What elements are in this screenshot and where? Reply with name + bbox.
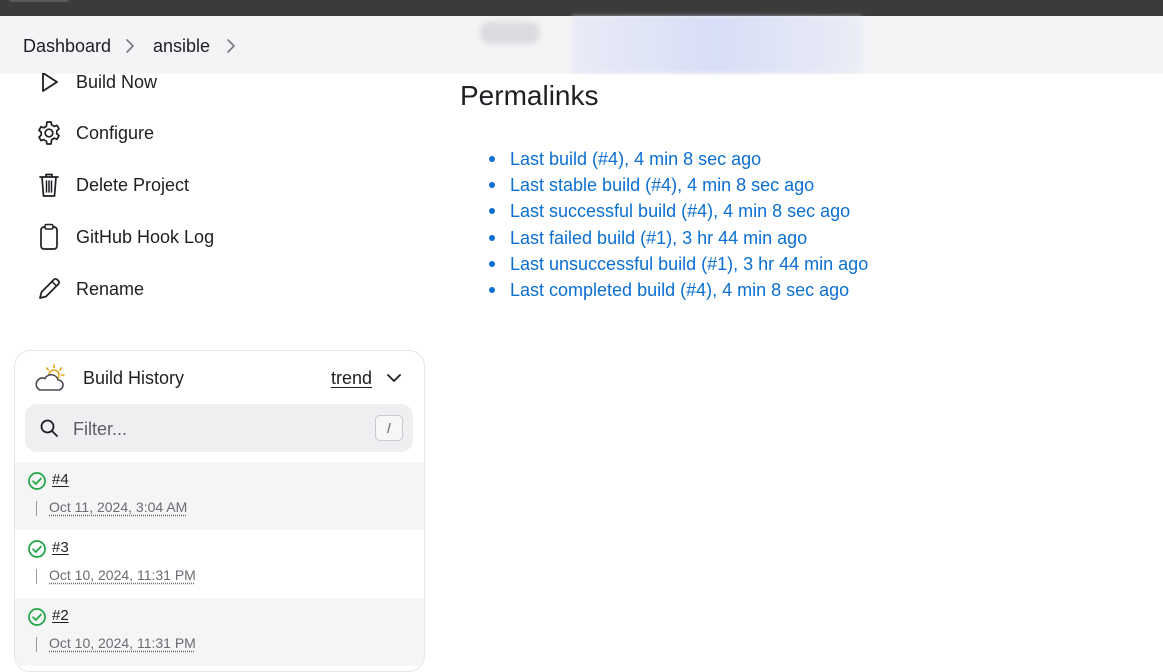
divider [36, 501, 37, 516]
build-history-card: Build History trend / #4 Oct 11, 2024, 3… [14, 350, 425, 672]
trend-link[interactable]: trend [331, 368, 372, 389]
success-check-icon [28, 472, 46, 490]
list-item: Last completed build (#4), 4 min 8 sec a… [488, 277, 868, 303]
list-item: Last unsuccessful build (#1), 3 hr 44 mi… [488, 251, 868, 277]
filter-box: / [25, 404, 413, 452]
permalink-last-successful-build[interactable]: Last successful build (#4), 4 min 8 sec … [510, 201, 850, 221]
clipboard-icon [34, 222, 64, 252]
build-row-3: #3 Oct 10, 2024, 11:31 PM [15, 530, 424, 598]
chevron-right-icon [126, 39, 134, 53]
chevron-right-icon[interactable] [226, 38, 236, 54]
sidebar-item-label: Delete Project [76, 174, 190, 195]
sidebar-item-label: Configure [76, 122, 155, 143]
gear-icon [34, 118, 64, 148]
browser-top-bar [0, 0, 1163, 16]
chevron-down-icon[interactable] [385, 369, 403, 387]
sidebar-item-label: Build Now [76, 71, 158, 92]
blurred-background-banner [572, 16, 862, 73]
build-number-link[interactable]: #2 [52, 607, 69, 624]
breadcrumb-bar: Dashboard ansible [0, 16, 1163, 73]
sidebar-item-label: GitHub Hook Log [76, 226, 215, 247]
tab-stub [8, 0, 70, 2]
build-history-title: Build History [83, 368, 185, 388]
build-row-2: #2 Oct 10, 2024, 11:31 PM [15, 598, 424, 666]
search-icon [40, 419, 58, 437]
build-date-link[interactable]: Oct 11, 2024, 3:04 AM [49, 499, 187, 515]
sidebar-item-configure[interactable]: Configure [34, 115, 154, 151]
list-item: Last successful build (#4), 4 min 8 sec … [488, 198, 868, 224]
build-row-4: #4 Oct 11, 2024, 3:04 AM [15, 462, 424, 530]
permalink-last-unsuccessful-build[interactable]: Last unsuccessful build (#1), 3 hr 44 mi… [510, 254, 868, 274]
sidebar-item-rename[interactable]: Rename [34, 271, 144, 307]
build-history-header: Build History trend [15, 351, 424, 405]
weather-partly-cloudy-icon [32, 363, 68, 398]
permalink-last-failed-build[interactable]: Last failed build (#1), 3 hr 44 min ago [510, 228, 807, 248]
pencil-icon [34, 274, 64, 304]
filter-input[interactable] [71, 414, 365, 444]
trash-icon [34, 170, 64, 200]
permalinks-list: Last build (#4), 4 min 8 sec ago Last st… [488, 146, 868, 303]
sidebar-item-delete-project[interactable]: Delete Project [34, 167, 189, 203]
build-date-link[interactable]: Oct 10, 2024, 11:31 PM [49, 635, 196, 651]
build-date-link[interactable]: Oct 10, 2024, 11:31 PM [49, 567, 196, 583]
permalink-last-stable-build[interactable]: Last stable build (#4), 4 min 8 sec ago [510, 175, 814, 195]
permalink-last-build[interactable]: Last build (#4), 4 min 8 sec ago [510, 149, 761, 169]
list-item: Last failed build (#1), 3 hr 44 min ago [488, 225, 868, 251]
permalink-last-completed-build[interactable]: Last completed build (#4), 4 min 8 sec a… [510, 280, 849, 300]
divider [36, 637, 37, 652]
list-item: Last stable build (#4), 4 min 8 sec ago [488, 172, 868, 198]
sidebar-item-label: Rename [76, 278, 145, 299]
permalinks-heading: Permalinks [460, 80, 599, 111]
list-item: Last build (#4), 4 min 8 sec ago [488, 146, 868, 172]
sidebar-item-github-hook-log[interactable]: GitHub Hook Log [34, 219, 214, 255]
build-number-link[interactable]: #4 [52, 471, 69, 488]
breadcrumb-ansible[interactable]: ansible [153, 36, 210, 57]
blurred-background [480, 22, 540, 44]
divider [36, 569, 37, 584]
success-check-icon [28, 608, 46, 626]
build-number-link[interactable]: #3 [52, 539, 69, 556]
success-check-icon [28, 540, 46, 558]
keyboard-shortcut-hint: / [375, 415, 403, 441]
breadcrumb-dashboard[interactable]: Dashboard [23, 36, 111, 57]
